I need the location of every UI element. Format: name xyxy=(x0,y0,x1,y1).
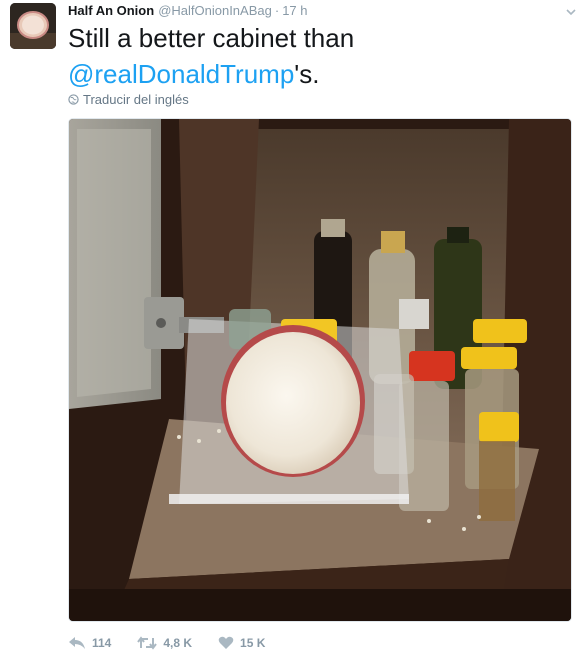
globe-icon xyxy=(68,94,79,105)
cabinet-photo xyxy=(69,119,571,621)
reply-count: 114 xyxy=(92,636,112,650)
tweet-timestamp[interactable]: 17 h xyxy=(282,3,307,18)
separator-dot: · xyxy=(274,3,280,18)
tweet-photo[interactable] xyxy=(68,118,572,622)
tweet-actions: 114 4,8 K 15 K xyxy=(68,636,291,650)
heart-icon xyxy=(218,636,234,649)
tweet-text: Still a better cabinet than @realDonaldTr… xyxy=(68,20,568,92)
like-count: 15 K xyxy=(240,636,266,650)
tweet-header: Half An Onion @HalfOnionInABag · 17 h xyxy=(68,3,308,18)
reply-icon xyxy=(69,637,85,649)
reply-button[interactable]: 114 xyxy=(68,636,111,650)
mention-link[interactable]: @realDonaldTrump xyxy=(68,59,294,89)
retweet-count: 4,8 K xyxy=(163,636,193,650)
onion-avatar-icon xyxy=(10,3,56,49)
chevron-down-icon[interactable] xyxy=(565,6,577,18)
like-button[interactable]: 15 K xyxy=(218,636,265,650)
author-name[interactable]: Half An Onion xyxy=(68,3,154,18)
avatar[interactable] xyxy=(10,3,56,49)
retweet-button[interactable]: 4,8 K xyxy=(137,636,192,650)
translate-link[interactable]: Traducir del inglés xyxy=(68,92,189,107)
tweet-text-before: Still a better cabinet than xyxy=(68,23,355,53)
retweet-icon xyxy=(137,636,158,650)
translate-label: Traducir del inglés xyxy=(83,92,189,107)
author-handle[interactable]: @HalfOnionInABag xyxy=(158,3,272,18)
tweet-text-after: 's. xyxy=(294,59,320,89)
